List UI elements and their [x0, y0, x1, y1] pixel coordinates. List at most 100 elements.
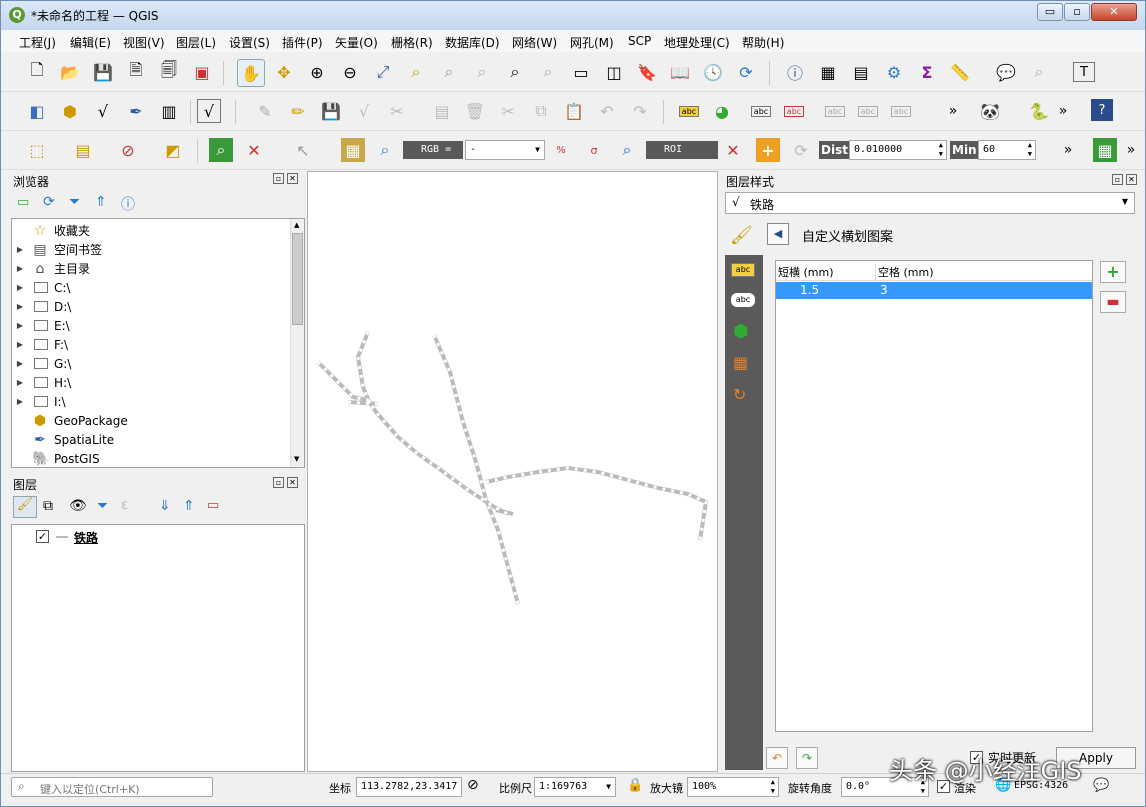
- expand-arrow-icon[interactable]: ▶: [14, 340, 26, 349]
- scroll-down-icon[interactable]: ▼: [294, 455, 299, 463]
- back-button[interactable]: ◀: [767, 223, 789, 245]
- menu-layer[interactable]: 图层(L): [176, 34, 216, 51]
- collapse-all-icon[interactable]: ⇑: [95, 194, 107, 210]
- menu-edit[interactable]: 编辑(E): [70, 34, 111, 51]
- menu-scp[interactable]: SCP: [628, 34, 651, 48]
- menu-mesh[interactable]: 网孔(M): [570, 34, 614, 51]
- python-console-icon[interactable]: 🐍: [1027, 99, 1051, 123]
- temporal-controller-icon[interactable]: 🕓: [701, 60, 725, 84]
- scp-roi-pointer-icon[interactable]: ↖: [291, 138, 315, 162]
- zoom-out-icon[interactable]: ⊖: [338, 60, 362, 84]
- rotate-label-icon[interactable]: abc: [856, 99, 880, 123]
- text-annotation-icon[interactable]: T: [1073, 62, 1095, 82]
- float-icon[interactable]: ▫: [1112, 174, 1123, 185]
- copy-features-icon[interactable]: ⧉: [529, 99, 553, 123]
- more-tools-icon[interactable]: »: [941, 99, 965, 123]
- scp-add-point-icon[interactable]: +: [756, 138, 780, 162]
- refresh-icon[interactable]: ⟳: [734, 60, 758, 84]
- new-shapefile-icon[interactable]: √: [91, 99, 115, 123]
- menu-view[interactable]: 视图(V): [123, 34, 165, 51]
- help-icon[interactable]: ?: [1091, 99, 1113, 121]
- space-cell[interactable]: 3: [880, 283, 888, 297]
- show-bookmarks-icon[interactable]: 📖: [668, 60, 692, 84]
- zoom-native-icon[interactable]: ⌕: [470, 60, 494, 84]
- layout-manager-icon[interactable]: 🗐: [157, 60, 181, 84]
- menu-web[interactable]: 网络(W): [512, 34, 557, 51]
- add-group-icon[interactable]: ⧉: [43, 498, 53, 514]
- move-label-icon[interactable]: abc: [823, 99, 847, 123]
- select-location-icon[interactable]: ◩: [161, 138, 185, 162]
- scp-rgb-zoom-icon[interactable]: ⌕: [373, 138, 397, 162]
- new-spatialite-icon[interactable]: ✒: [124, 99, 148, 123]
- refresh-icon[interactable]: ⟳: [43, 194, 55, 210]
- scrollbar[interactable]: ▲ ▼: [290, 219, 304, 467]
- tree-item[interactable]: ⬢ GeoPackage: [12, 411, 128, 430]
- tree-item[interactable]: ▶ D:\: [12, 297, 71, 316]
- paste-features-icon[interactable]: 📋: [562, 99, 586, 123]
- menu-help[interactable]: 帮助(H): [742, 34, 784, 51]
- locator-filter-icon[interactable]: ⌕: [1027, 60, 1051, 84]
- new-map-view-icon[interactable]: ▭: [569, 60, 593, 84]
- close-panel-icon[interactable]: ✕: [1126, 174, 1137, 185]
- col-space-header[interactable]: 空格 (mm): [878, 264, 934, 280]
- tree-item[interactable]: ▶ E:\: [12, 316, 70, 335]
- menu-settings[interactable]: 设置(S): [229, 34, 270, 51]
- measure-line-icon[interactable]: 📏: [948, 60, 972, 84]
- zoom-in-icon[interactable]: ⊕: [305, 60, 329, 84]
- current-edits-icon[interactable]: ✎: [253, 99, 277, 123]
- save-edits-icon[interactable]: 💾: [319, 99, 343, 123]
- attribute-table-icon[interactable]: ▦: [816, 60, 840, 84]
- modify-attributes-icon[interactable]: ▤: [430, 99, 454, 123]
- remove-layer-icon[interactable]: ▭: [207, 498, 219, 513]
- scroll-up-icon[interactable]: ▲: [294, 221, 299, 229]
- add-feature-icon[interactable]: √: [352, 99, 376, 123]
- redo-icon[interactable]: ↷: [628, 99, 652, 123]
- zoom-full-icon[interactable]: ⤢: [371, 60, 395, 84]
- info-icon[interactable]: ⓘ: [121, 194, 135, 214]
- expand-arrow-icon[interactable]: ▶: [14, 283, 26, 292]
- close-button[interactable]: ✕: [1091, 3, 1137, 21]
- col-dash-header[interactable]: 短横 (mm): [778, 264, 876, 280]
- 3d-view-tab-icon[interactable]: ⬢: [733, 321, 749, 342]
- layer-labeling-icon[interactable]: abc: [677, 99, 701, 123]
- filter-expression-icon[interactable]: ε: [121, 498, 128, 513]
- expand-arrow-icon[interactable]: ▶: [14, 264, 26, 273]
- messages-icon[interactable]: 💬: [1093, 778, 1109, 793]
- pan-to-selection-icon[interactable]: ✥: [272, 60, 296, 84]
- deselect-icon[interactable]: ⊘: [116, 138, 140, 162]
- layer-diagram-icon[interactable]: ◕: [710, 99, 734, 123]
- menu-project[interactable]: 工程(J): [19, 34, 56, 51]
- layer-select-combo[interactable]: √ 铁路 ▼: [725, 192, 1135, 214]
- minimize-button[interactable]: ▭: [1037, 3, 1063, 21]
- expand-arrow-icon[interactable]: ▶: [14, 245, 26, 254]
- new-project-icon[interactable]: 🗋: [25, 60, 49, 84]
- filter-legend-icon[interactable]: ⏷: [97, 498, 108, 514]
- table-row[interactable]: 1.5 3: [776, 282, 1092, 299]
- new-geopackage-icon[interactable]: ⬢: [58, 99, 82, 123]
- style-manager-icon[interactable]: ▣: [190, 60, 214, 84]
- tree-item[interactable]: ▶ C:\: [12, 278, 71, 297]
- layer-name[interactable]: 铁路: [74, 529, 98, 546]
- close-panel-icon[interactable]: ✕: [287, 477, 298, 488]
- scp-sigma-icon[interactable]: σ: [582, 138, 606, 162]
- min-spinbox[interactable]: 60 ▲ ▼: [978, 140, 1036, 160]
- cut-features-icon[interactable]: ✂: [496, 99, 520, 123]
- new-bookmark-icon[interactable]: 🔖: [635, 60, 659, 84]
- show-hide-labels-icon[interactable]: abc: [782, 99, 806, 123]
- statistical-summary-icon[interactable]: Σ: [915, 60, 939, 84]
- tree-item[interactable]: ▶ H:\: [12, 373, 71, 392]
- scp-zoom-icon[interactable]: ⌕: [209, 138, 233, 162]
- scp-tools-icon[interactable]: ✕: [242, 138, 266, 162]
- digitize-layer-icon[interactable]: √: [197, 99, 221, 123]
- pin-labels-icon[interactable]: abc: [749, 99, 773, 123]
- scp-histogram-icon[interactable]: %: [549, 138, 573, 162]
- scp-input-image-icon[interactable]: ▦: [341, 138, 365, 162]
- zoom-last-icon[interactable]: ⌕: [503, 60, 527, 84]
- identify-features-icon[interactable]: ⓘ: [783, 60, 807, 84]
- vertex-tool-icon[interactable]: ✂: [385, 99, 409, 123]
- map-tips-icon[interactable]: 💬: [994, 60, 1018, 84]
- zoom-layer-icon[interactable]: ⌕: [437, 60, 461, 84]
- add-row-button[interactable]: +: [1100, 261, 1126, 283]
- tree-item[interactable]: 🐘 PostGIS: [12, 449, 100, 467]
- scp-create-roi-icon[interactable]: ✕: [721, 138, 745, 162]
